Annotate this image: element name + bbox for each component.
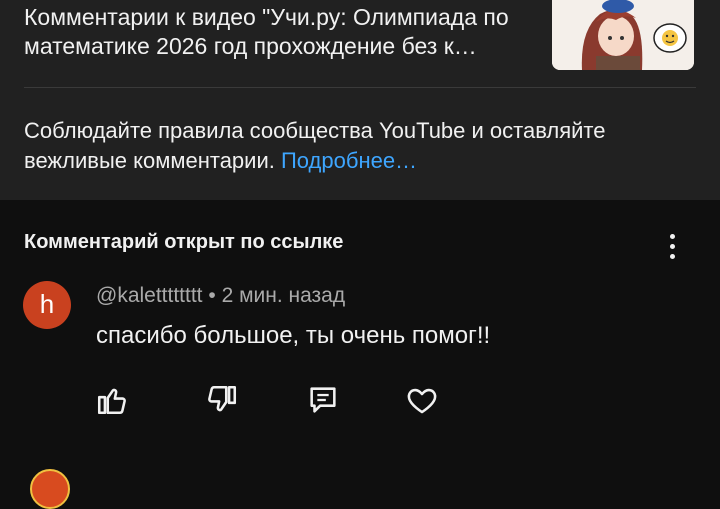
comments-info-panel: Комментарии к видео "Учи.ру: Олимпиада п…: [0, 0, 720, 200]
linked-comment-header: Комментарий открыт по ссылке: [24, 231, 344, 253]
meta-separator: •: [202, 284, 222, 307]
next-comment-avatar[interactable]: [30, 469, 70, 509]
video-title[interactable]: Комментарии к видео "Учи.ру: Олимпиада п…: [24, 3, 544, 61]
reply-button[interactable]: [306, 383, 340, 417]
community-guidelines: Соблюдайте правила сообщества YouTube и …: [24, 116, 694, 176]
learn-more-link[interactable]: Подробнее…: [281, 148, 417, 173]
comment-time: 2 мин. назад: [221, 284, 346, 307]
dislike-icon: [208, 385, 237, 412]
comment-meta: @kaletttttttt • 2 мин. назад: [96, 284, 345, 308]
anime-girl-thumbnail-icon: [552, 0, 694, 70]
video-thumbnail[interactable]: [552, 0, 694, 70]
dislike-button[interactable]: [205, 383, 239, 417]
like-button[interactable]: [95, 383, 129, 417]
divider: [24, 87, 696, 88]
reply-icon: [310, 387, 336, 413]
more-options-icon[interactable]: [664, 234, 680, 264]
comment-text: спасибо большое, ты очень помог!!: [96, 322, 491, 349]
avatar[interactable]: h: [23, 281, 71, 329]
comment-author[interactable]: @kaletttttttt: [96, 284, 203, 307]
heart-icon: [407, 388, 437, 414]
heart-button[interactable]: [405, 383, 439, 417]
like-icon: [97, 388, 126, 415]
